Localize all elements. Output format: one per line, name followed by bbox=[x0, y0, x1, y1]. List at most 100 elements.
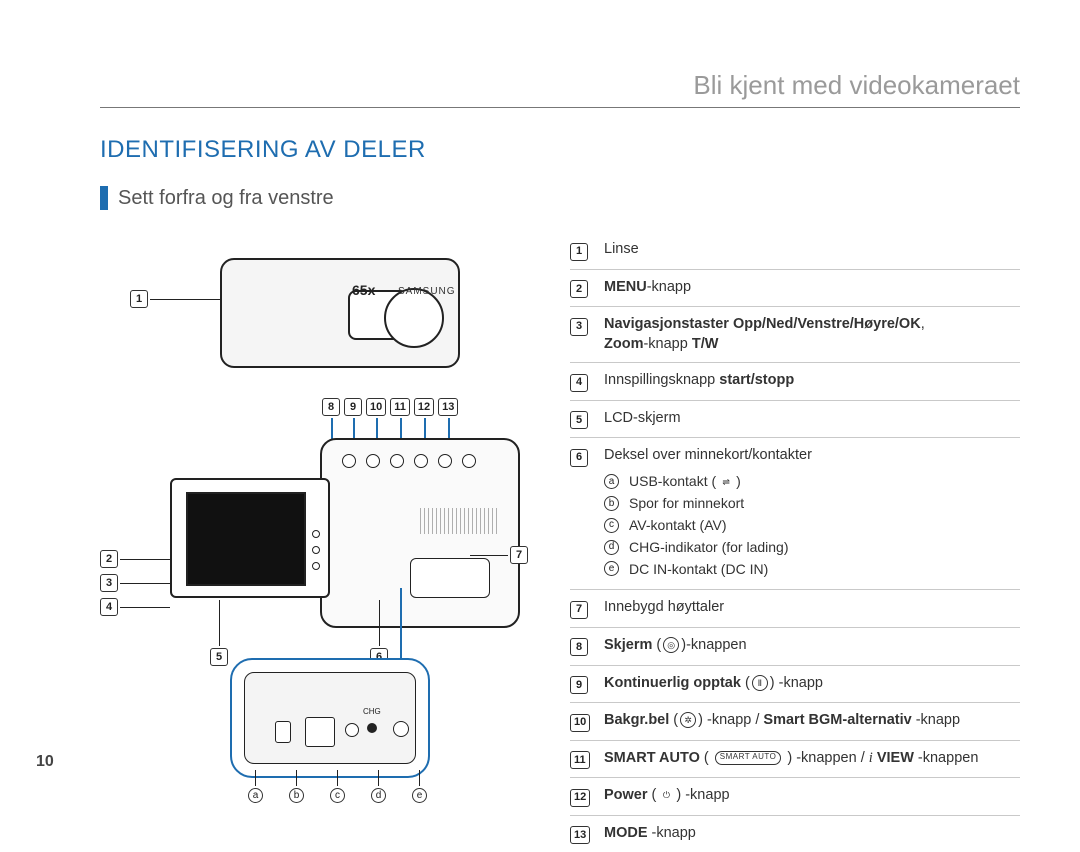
control-dot bbox=[312, 562, 320, 570]
card-slot bbox=[305, 717, 335, 747]
sub-item: b Spor for minnekort bbox=[604, 494, 1020, 513]
legend-row: 5 LCD-skjerm bbox=[570, 401, 1020, 439]
brand-label: SAMSUNG bbox=[398, 286, 456, 297]
legend-text: Kontinuerlig opptak (Ⅱ) -knapp bbox=[604, 674, 1020, 694]
letter-b: b bbox=[289, 788, 304, 803]
chapter-title: Bli kjent med videokameraet bbox=[100, 70, 1020, 108]
sub-letter: d bbox=[604, 540, 619, 555]
legend-text: LCD-skjerm bbox=[604, 409, 1020, 429]
legend-row: 6 Deksel over minnekort/kontakter a USB-… bbox=[570, 438, 1020, 590]
top-button bbox=[414, 454, 428, 468]
subsection-title: Sett forfra og fra venstre bbox=[118, 187, 334, 210]
leader-line bbox=[150, 299, 220, 300]
legend-text: Innspillingsknapp start/stopp bbox=[604, 371, 1020, 391]
callout-1: 1 bbox=[130, 290, 148, 308]
sub-letter: c bbox=[604, 518, 619, 533]
plain-text: -knapp bbox=[912, 712, 960, 728]
legend-row: 4 Innspillingsknapp start/stopp bbox=[570, 363, 1020, 401]
figure-column: 65x SAMSUNG 1 8 9 10 11 12 13 bbox=[100, 228, 540, 788]
top-button bbox=[462, 454, 476, 468]
plain-text: ( bbox=[700, 750, 713, 766]
legend-text: Linse bbox=[604, 240, 1020, 260]
bold-text: Skjerm bbox=[604, 637, 652, 653]
letter-a: a bbox=[248, 788, 263, 803]
callout-5: 5 bbox=[210, 648, 228, 666]
chg-led bbox=[367, 723, 377, 733]
sub-item: c AV-kontakt (AV) bbox=[604, 516, 1020, 535]
legend-row: 8 Skjerm (◎)-knappen bbox=[570, 628, 1020, 666]
legend-num: 6 bbox=[570, 449, 588, 467]
leader-line bbox=[219, 600, 220, 646]
callout-13: 13 bbox=[438, 398, 458, 416]
leader-line bbox=[337, 770, 338, 786]
pause-icon: Ⅱ bbox=[752, 675, 768, 691]
usb-icon: ⇌ bbox=[718, 474, 734, 490]
sub-item: a USB-kontakt (⇌) bbox=[604, 472, 1020, 491]
callout-7: 7 bbox=[510, 546, 528, 564]
page-number: 10 bbox=[36, 753, 54, 771]
smart-auto-pill: SMART AUTO bbox=[715, 751, 782, 765]
callout-10: 10 bbox=[366, 398, 386, 416]
legend-num: 2 bbox=[570, 280, 588, 298]
bold-text: Navigasjonstaster Opp/Ned/Venstre/Høyre/… bbox=[604, 316, 921, 332]
av-port bbox=[345, 723, 359, 737]
content-area: 65x SAMSUNG 1 8 9 10 11 12 13 bbox=[100, 228, 1020, 852]
legend-num: 12 bbox=[570, 789, 590, 807]
leader-line bbox=[419, 770, 420, 786]
letter-e: e bbox=[412, 788, 427, 803]
legend-row: 11 SMART AUTO ( SMART AUTO ) -knappen / … bbox=[570, 741, 1020, 779]
legend-row: 13 MODE -knapp bbox=[570, 816, 1020, 852]
plain-text: ( bbox=[741, 675, 750, 691]
legend-num: 5 bbox=[570, 411, 588, 429]
plain-text: )-knappen bbox=[681, 637, 746, 653]
plain-text: ) -knapp bbox=[676, 787, 729, 803]
leader-line bbox=[255, 770, 256, 786]
legend-row: 12 Power (⏻) -knapp bbox=[570, 778, 1020, 816]
legend-row: 9 Kontinuerlig opptak (Ⅱ) -knapp bbox=[570, 666, 1020, 704]
blue-leader bbox=[400, 588, 402, 658]
sub-item: e DC IN-kontakt (DC IN) bbox=[604, 560, 1020, 579]
legend-num: 11 bbox=[570, 751, 590, 769]
leader-line bbox=[378, 770, 379, 786]
lcd-screen bbox=[186, 492, 306, 586]
sub-letter: e bbox=[604, 561, 619, 576]
usb-port bbox=[275, 721, 291, 743]
bold-text: VIEW bbox=[873, 750, 914, 766]
plain-text: USB-kontakt ( bbox=[629, 473, 716, 489]
plain-text: , bbox=[921, 316, 925, 332]
sub-label: AV-kontakt (AV) bbox=[629, 516, 727, 535]
plain-text: Innspillingsknapp bbox=[604, 372, 719, 388]
legend-num: 3 bbox=[570, 318, 588, 336]
speaker-grille bbox=[420, 508, 500, 534]
legend-text: Deksel over minnekort/kontakter a USB-ko… bbox=[604, 446, 1020, 581]
callout-3: 3 bbox=[100, 574, 118, 592]
plain-text: ) -knapp bbox=[770, 675, 823, 691]
port-detail-bubble: CHG bbox=[230, 658, 430, 778]
legend-text: Skjerm (◎)-knappen bbox=[604, 636, 1020, 656]
legend-row: 1 Linse bbox=[570, 232, 1020, 270]
power-icon: ⏻ bbox=[658, 787, 674, 803]
chg-text: CHG bbox=[363, 707, 381, 716]
port-cover bbox=[410, 558, 490, 598]
bold-text: Bakgr.bel bbox=[604, 712, 669, 728]
top-button bbox=[390, 454, 404, 468]
top-button bbox=[366, 454, 380, 468]
legend-num: 9 bbox=[570, 676, 588, 694]
sub-item: d CHG-indikator (for lading) bbox=[604, 538, 1020, 557]
subsection-row: Sett forfra og fra venstre bbox=[100, 186, 1020, 210]
callout-11: 11 bbox=[390, 398, 410, 416]
sub-letter: a bbox=[604, 474, 619, 489]
sub-label: CHG-indikator (for lading) bbox=[629, 538, 789, 557]
control-dot bbox=[312, 530, 320, 538]
legend-row: 10 Bakgr.bel (✲) -knapp / Smart BGM-alte… bbox=[570, 703, 1020, 741]
detail-letter-row: a b c d e bbox=[248, 788, 427, 803]
sub-list: a USB-kontakt (⇌) b Spor for minnekort c… bbox=[604, 472, 1020, 578]
plain-text: -knapp bbox=[643, 336, 691, 352]
plain-text: ) -knapp / bbox=[698, 712, 763, 728]
backlight-icon: ✲ bbox=[680, 712, 696, 728]
leader-line bbox=[120, 607, 170, 608]
plain-text: -knappen bbox=[914, 750, 979, 766]
dcin-port bbox=[393, 721, 409, 737]
leader-line bbox=[379, 600, 380, 646]
top-button bbox=[342, 454, 356, 468]
